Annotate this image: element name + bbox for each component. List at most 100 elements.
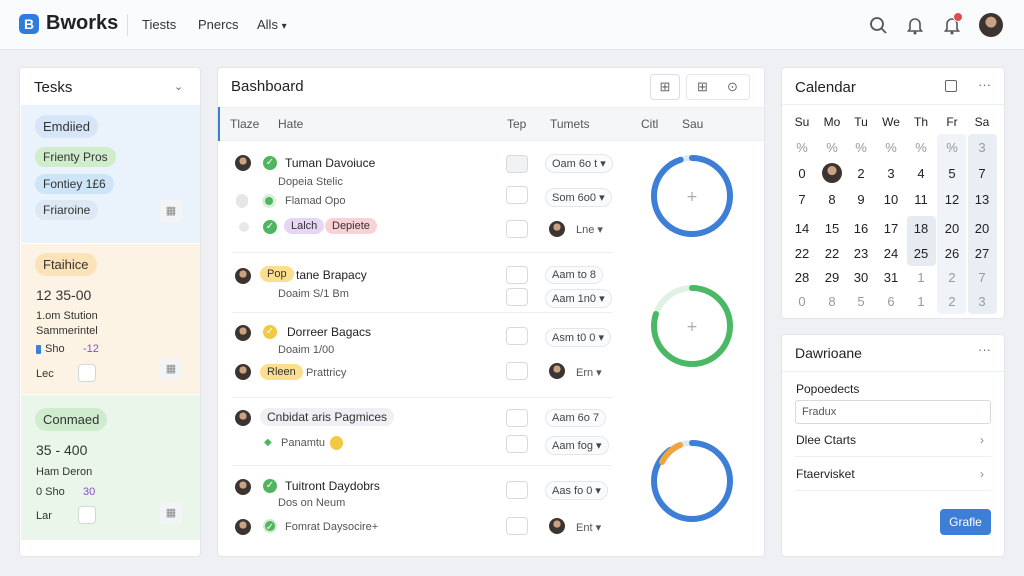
checkbox[interactable] xyxy=(506,288,528,306)
calendar-day[interactable]: % xyxy=(789,140,815,155)
calendar-day[interactable]: 15 xyxy=(819,221,845,236)
column-header[interactable]: Sau xyxy=(682,117,703,131)
label-tag[interactable]: Depiete xyxy=(325,218,377,234)
user-avatar[interactable] xyxy=(979,13,1003,37)
assign-select[interactable]: Aam to 8 xyxy=(545,266,604,284)
tag-chip[interactable]: Friaroine xyxy=(35,200,99,220)
search-icon[interactable] xyxy=(867,14,889,36)
calendar-day[interactable]: 1 xyxy=(908,270,934,285)
section-heading[interactable]: Conmaed xyxy=(35,408,108,431)
calendar-day[interactable]: 3 xyxy=(969,140,995,155)
task-title[interactable]: Panamtu xyxy=(281,437,325,449)
checkbox[interactable] xyxy=(506,266,528,284)
checkbox[interactable] xyxy=(506,186,528,204)
calendar-day[interactable]: % xyxy=(878,140,904,155)
grid-icon[interactable]: ▦ xyxy=(160,502,182,524)
task-title[interactable]: Tuitront Daydobrs xyxy=(285,479,380,493)
calendar-day[interactable]: 5 xyxy=(848,294,874,309)
checkbox[interactable] xyxy=(506,481,528,499)
checkbox[interactable] xyxy=(506,517,528,535)
column-header[interactable]: Tlaze xyxy=(230,117,259,131)
assign-select[interactable]: Aam 6o 7 xyxy=(545,409,607,427)
calendar-day[interactable]: % xyxy=(848,140,874,155)
checkbox[interactable] xyxy=(78,364,96,382)
bell-icon[interactable] xyxy=(904,14,926,36)
label-tag[interactable]: Cnbidat aris Pagmices xyxy=(260,408,395,426)
primary-button[interactable]: Grafle xyxy=(940,509,991,535)
task-title[interactable]: tane Brapacy xyxy=(296,268,367,282)
calendar-day[interactable]: 3 xyxy=(878,166,904,181)
section-heading[interactable]: Emdiied xyxy=(35,115,98,138)
column-header[interactable]: Tumets xyxy=(550,117,590,131)
column-header[interactable]: Hate xyxy=(278,117,303,131)
grid-icon[interactable]: ▦ xyxy=(160,358,182,380)
table-icon[interactable]: ⊞ xyxy=(697,79,708,95)
calendar-day[interactable]: 8 xyxy=(819,294,845,309)
calendar-day[interactable]: % xyxy=(939,140,965,155)
grid-view-button[interactable]: ⊞ xyxy=(650,74,680,100)
calendar-day[interactable]: 7 xyxy=(969,166,995,181)
calendar-day[interactable]: 14 xyxy=(789,221,815,236)
calendar-day[interactable]: 0 xyxy=(789,166,815,181)
calendar-day[interactable]: 28 xyxy=(789,270,815,285)
expand-icon[interactable] xyxy=(945,80,957,92)
checkbox[interactable] xyxy=(506,220,528,238)
calendar-day[interactable]: 22 xyxy=(789,246,815,261)
checkbox[interactable] xyxy=(506,409,528,427)
grid-icon[interactable]: ▦ xyxy=(160,200,182,222)
section-heading[interactable]: Ftaihice xyxy=(35,253,97,276)
assign-select[interactable]: Aas fo 0 ▾ xyxy=(545,481,608,500)
nav-item-pnercs[interactable]: Pnercs xyxy=(198,17,238,32)
today-avatar[interactable] xyxy=(819,163,845,186)
settings-icon[interactable]: ⊙ xyxy=(727,79,738,95)
calendar-day[interactable]: 0 xyxy=(789,294,815,309)
assign-select[interactable]: Asm t0 0 ▾ xyxy=(545,328,611,347)
task-title[interactable]: Fomrat Daysocire+ xyxy=(285,521,378,533)
task-title[interactable]: Flamad Opo xyxy=(285,195,346,207)
assign-value[interactable]: Ent ▾ xyxy=(576,521,601,534)
link-row[interactable]: Dlee Ctarts xyxy=(796,433,856,447)
column-header[interactable]: Citl xyxy=(641,117,658,131)
calendar-day[interactable]: 22 xyxy=(819,246,845,261)
calendar-day[interactable]: 17 xyxy=(878,221,904,236)
assign-select[interactable]: Oam 6o t ▾ xyxy=(545,154,613,173)
tag-chip[interactable]: Frienty Pros xyxy=(35,147,116,167)
calendar-day[interactable]: 5 xyxy=(939,166,965,181)
calendar-day[interactable]: 10 xyxy=(878,192,904,207)
assign-value[interactable]: Ern ▾ xyxy=(576,366,602,379)
calendar-day[interactable]: 4 xyxy=(908,166,934,181)
task-title[interactable]: Prattricy xyxy=(306,367,346,379)
calendar-day[interactable]: % xyxy=(819,140,845,155)
label-tag[interactable]: Lalch xyxy=(284,218,325,234)
calendar-day[interactable]: 3 xyxy=(969,294,995,309)
tag-chip[interactable]: Fontiey 1£6 xyxy=(35,174,114,194)
calendar-day[interactable]: 9 xyxy=(848,192,874,207)
task-title[interactable]: Dorreer Bagacs xyxy=(287,325,371,339)
checkbox[interactable] xyxy=(78,506,96,524)
column-header[interactable]: Tep xyxy=(507,117,526,131)
calendar-day[interactable]: 7 xyxy=(969,270,995,285)
calendar-day[interactable]: 20 xyxy=(969,221,995,236)
calendar-day[interactable]: 2 xyxy=(848,166,874,181)
calendar-day[interactable]: 27 xyxy=(969,246,995,261)
calendar-day[interactable]: 23 xyxy=(848,246,874,261)
calendar-day[interactable]: 2 xyxy=(939,294,965,309)
label-tag[interactable]: Pop xyxy=(260,266,294,282)
checkbox[interactable] xyxy=(506,155,528,173)
calendar-day[interactable]: 8 xyxy=(819,192,845,207)
calendar-day[interactable]: 16 xyxy=(848,221,874,236)
calendar-day[interactable]: % xyxy=(908,140,934,155)
calendar-day[interactable]: 6 xyxy=(878,294,904,309)
checkbox[interactable] xyxy=(506,362,528,380)
calendar-day[interactable]: 24 xyxy=(878,246,904,261)
assign-select[interactable]: Aam fog ▾ xyxy=(545,436,609,455)
assign-value[interactable]: Lne ▾ xyxy=(576,223,603,236)
calendar-day[interactable]: 26 xyxy=(939,246,965,261)
label-tag[interactable]: Rleen xyxy=(260,364,303,380)
assign-select[interactable]: Som 6o0 ▾ xyxy=(545,188,612,207)
more-icon[interactable]: ··· xyxy=(978,77,991,92)
assign-select[interactable]: Aam 1n0 ▾ xyxy=(545,289,612,308)
nav-item-alls[interactable]: Alls ▾ xyxy=(257,17,287,32)
link-row[interactable]: Ftaervisket xyxy=(796,467,855,481)
calendar-day[interactable]: 31 xyxy=(878,270,904,285)
